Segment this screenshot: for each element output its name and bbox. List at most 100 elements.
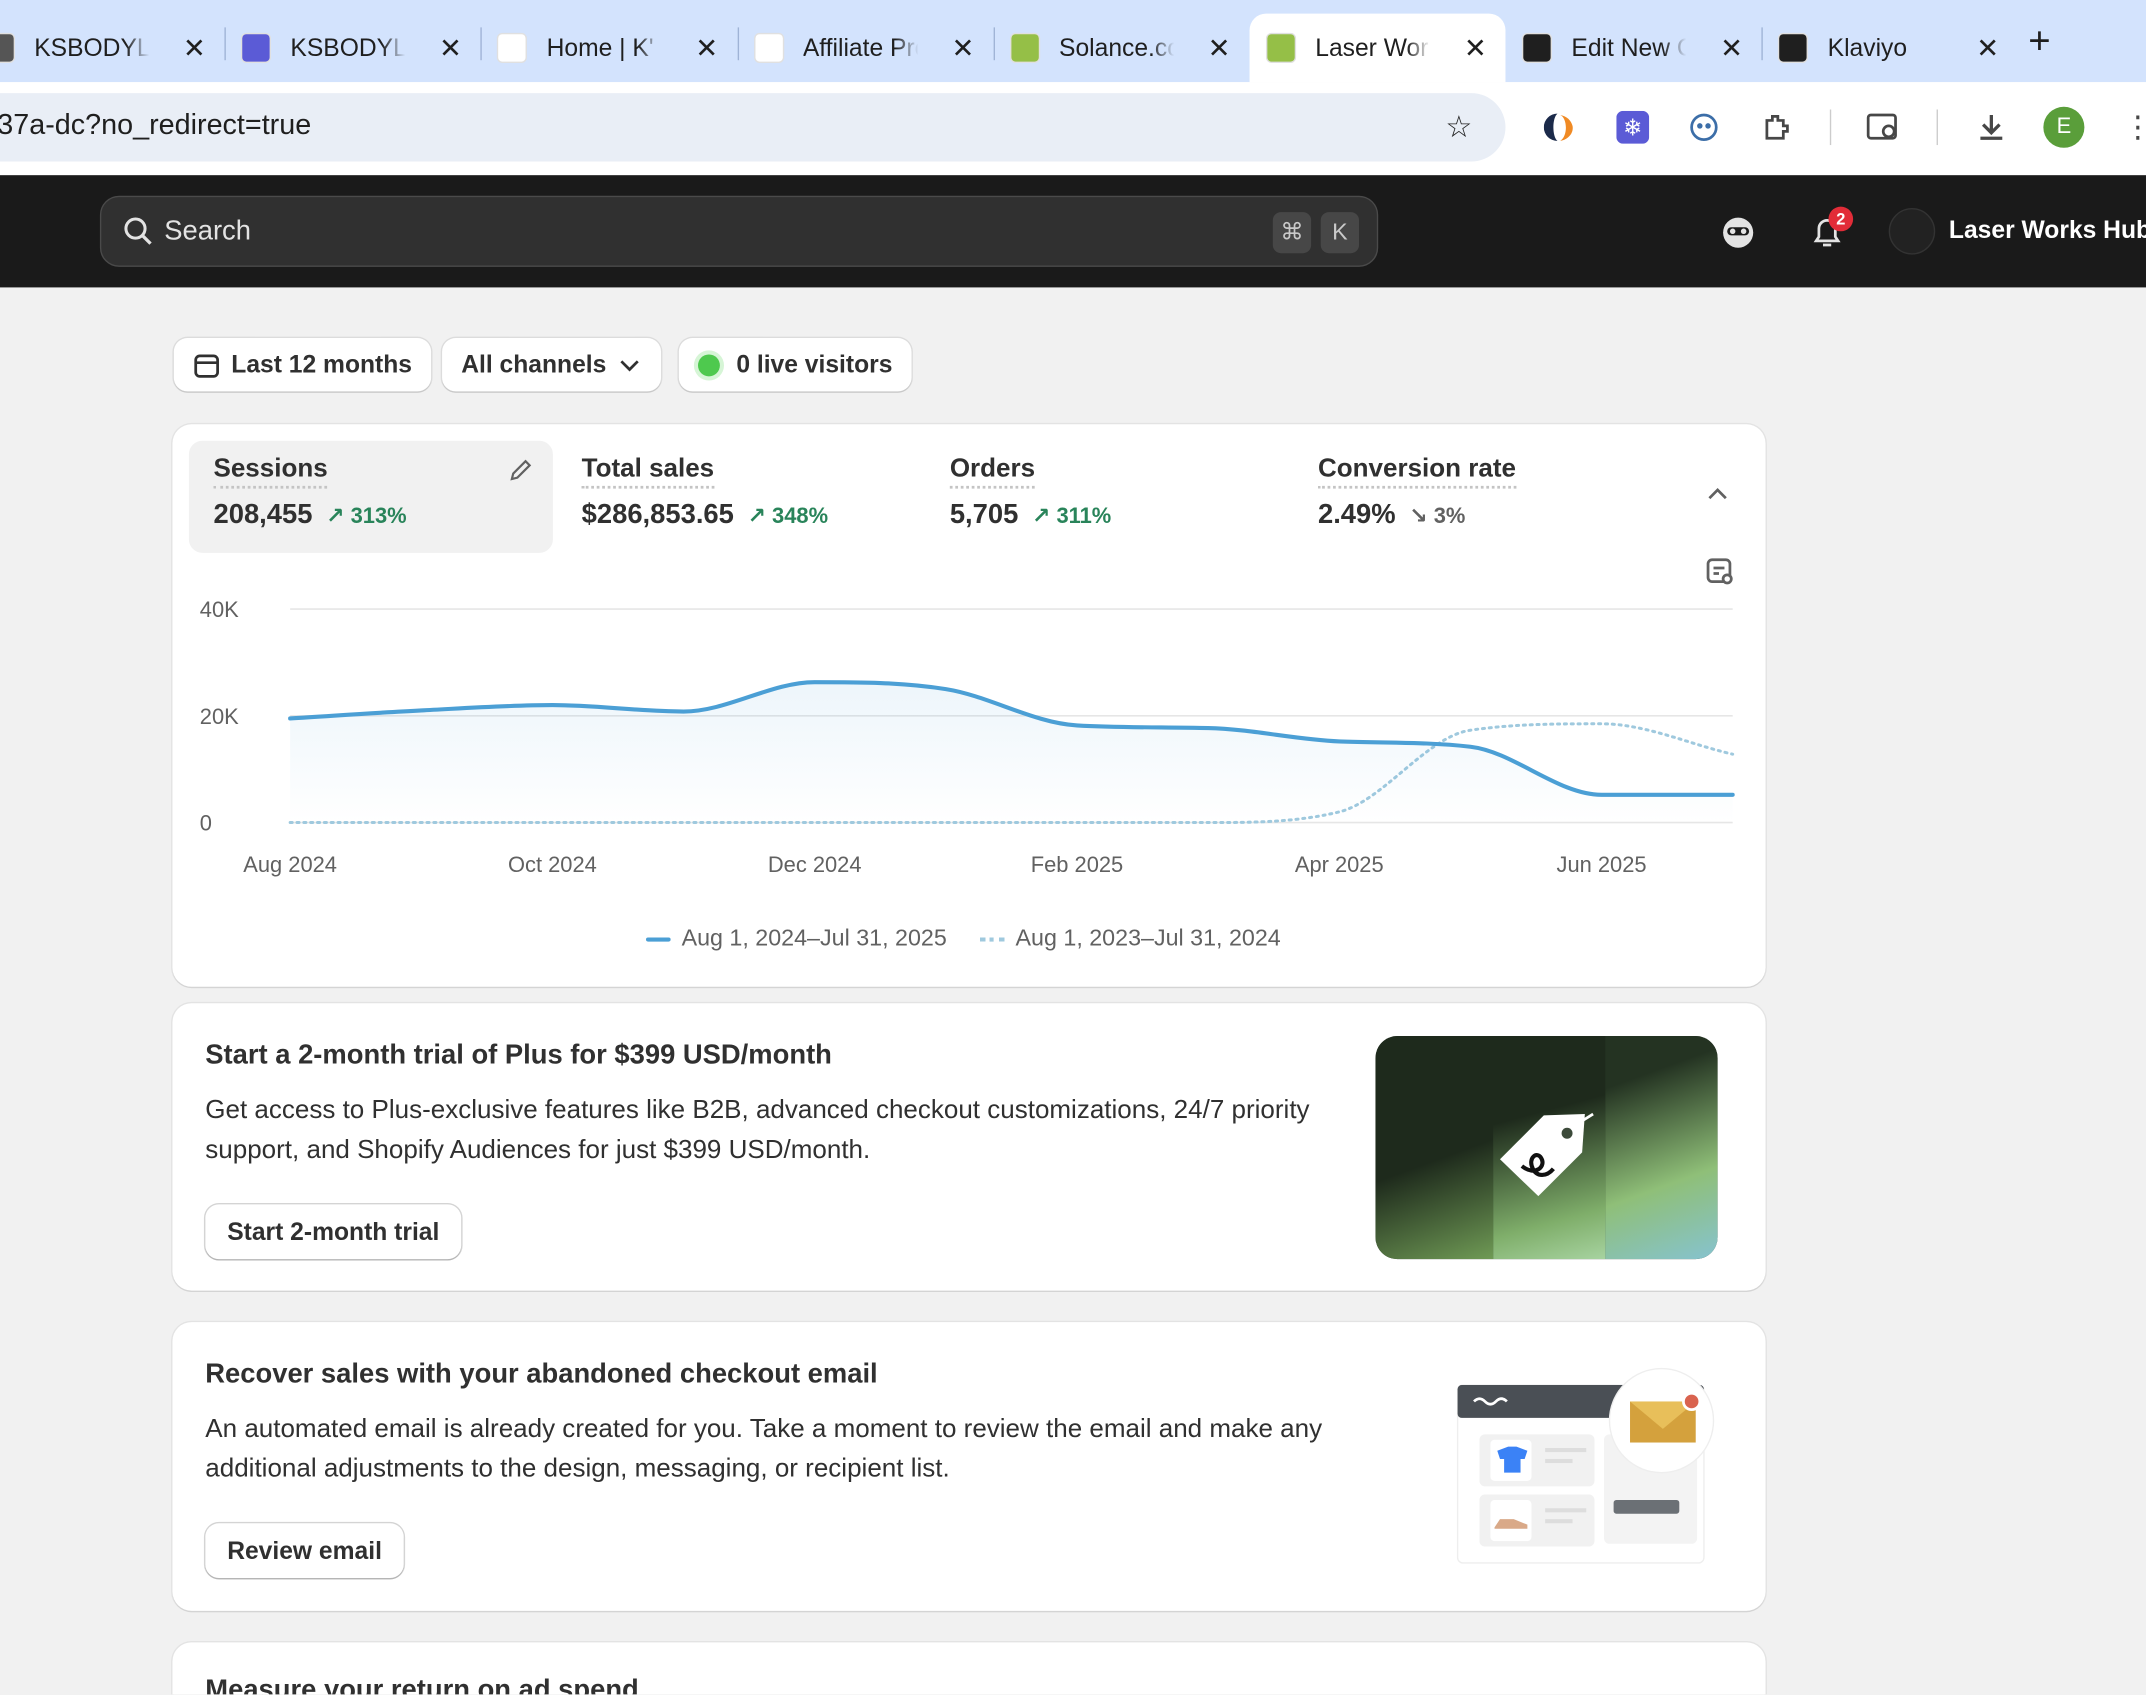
- address-bar[interactable]: 37a-dc?no_redirect=true ☆: [0, 93, 1506, 162]
- ad-spend-card: Measure your return on ad spend: [172, 1642, 1766, 1695]
- browser-tab[interactable]: Laser Works Hub ✕: [1249, 13, 1506, 83]
- review-email-button[interactable]: Review email: [205, 1523, 404, 1579]
- shortcut-key-k: K: [1320, 212, 1360, 254]
- tab-title: KSBODYLINE: [34, 33, 150, 61]
- tab-close-icon[interactable]: ✕: [1974, 31, 2001, 65]
- store-name[interactable]: Laser Works Hub: [1949, 216, 2146, 245]
- x-tick-label: Aug 2024: [243, 852, 337, 877]
- tab-close-icon[interactable]: ✕: [1205, 31, 1232, 65]
- tab-title: Laser Works Hub: [1315, 33, 1430, 61]
- browser-tab[interactable]: KSBODYLINE ✕: [225, 14, 481, 82]
- shortcut-key-cmd: ⌘: [1272, 212, 1312, 254]
- browser-tab[interactable]: Affiliate Program ✕: [737, 14, 993, 82]
- channels-label: All channels: [461, 350, 607, 378]
- browser-tab[interactable]: Home | K' ✕: [481, 14, 737, 82]
- sidekick-icon[interactable]: [1720, 215, 1756, 257]
- tab-title: Home | K': [546, 33, 654, 61]
- plus-illustration: [1375, 1036, 1718, 1260]
- tab-close-icon[interactable]: ✕: [1462, 31, 1489, 65]
- shopify-icon: [1265, 32, 1297, 63]
- browser-tab[interactable]: KSBODYLINE ✕: [0, 14, 224, 82]
- extensions-puzzle-icon[interactable]: [1757, 108, 1795, 146]
- browser-tab[interactable]: Edit New Campaign ✕: [1506, 14, 1762, 82]
- bookmark-star-icon[interactable]: ☆: [1440, 108, 1478, 146]
- search-icon: [123, 216, 153, 253]
- x-tick-label: Dec 2024: [768, 852, 862, 877]
- browser-tab[interactable]: Solance.com ✕: [993, 14, 1249, 82]
- browser-toolbar: 37a-dc?no_redirect=true ☆ ❄ E ⋮: [0, 82, 2146, 176]
- legend-label: Aug 1, 2024–Jul 31, 2025: [681, 925, 947, 952]
- tab-close-icon[interactable]: ✕: [181, 31, 208, 65]
- live-indicator-dot: [697, 353, 720, 376]
- globe-icon: [0, 32, 16, 63]
- extension-s-icon[interactable]: [1541, 108, 1579, 146]
- notification-count-badge: 2: [1828, 206, 1854, 232]
- y-tick-label: 20K: [200, 704, 239, 729]
- card-description: An automated email is already created fo…: [205, 1415, 1323, 1484]
- tab-title: Klaviyo: [1827, 33, 1908, 61]
- live-visitors-label: 0 live visitors: [736, 350, 893, 378]
- store-avatar[interactable]: [1888, 208, 1936, 255]
- legend-label: Aug 1, 2023–Jul 31, 2024: [1015, 925, 1281, 952]
- search-input[interactable]: Search ⌘ K: [99, 195, 1379, 267]
- page-icon: [497, 32, 528, 63]
- x-tick-label: Apr 2025: [1295, 852, 1384, 877]
- screen: KSBODYLINE✕KSBODYLINE✕Home | K'✕Affiliat…: [0, 0, 2146, 1695]
- legend-swatch-solid: [645, 936, 671, 941]
- legend-swatch-dotted: [979, 936, 1005, 941]
- sessions-chart: 0 20K 40K Aug 2024 Oct 2024 Dec 2024 Feb 2025 A…: [200, 597, 1735, 877]
- page-icon: [753, 32, 784, 63]
- card-title: Recover sales with your abandoned checko…: [205, 1359, 878, 1390]
- shopify-icon: [1009, 32, 1040, 63]
- plus-trial-card: Start a 2-month trial of Plus for $399 U…: [172, 1003, 1766, 1291]
- profile-avatar[interactable]: E: [2043, 106, 2085, 148]
- y-tick-label: 0: [200, 811, 212, 836]
- legend-item-current[interactable]: Aug 1, 2024–Jul 31, 2025: [645, 925, 947, 952]
- browser-tab-strip: KSBODYLINE✕KSBODYLINE✕Home | K'✕Affiliat…: [0, 0, 2146, 83]
- card-description: Get access to Plus-exclusive features li…: [205, 1096, 1310, 1165]
- browser-tab[interactable]: Klaviyo ✕: [1762, 14, 2018, 82]
- extension-snowflake-icon[interactable]: ❄: [1614, 108, 1652, 146]
- price-tag-icon: [1500, 1112, 1594, 1197]
- x-tick-label: Oct 2024: [508, 852, 597, 877]
- chevron-down-icon: [620, 359, 639, 371]
- x-tick-label: Jun 2025: [1557, 852, 1647, 877]
- y-tick-label: 40K: [200, 597, 239, 622]
- date-range-label: Last 12 months: [231, 350, 412, 378]
- tab-title: Solance.com: [1059, 33, 1174, 61]
- channels-dropdown[interactable]: All channels: [442, 338, 662, 392]
- date-range-button[interactable]: Last 12 months: [173, 338, 432, 392]
- tab-close-icon[interactable]: ✕: [949, 31, 976, 65]
- new-tab-button[interactable]: +: [2028, 19, 2050, 63]
- tab-title: KSBODYLINE: [290, 33, 406, 61]
- tab-title: Edit New Campaign: [1571, 33, 1686, 61]
- start-trial-button[interactable]: Start 2-month trial: [205, 1204, 462, 1260]
- admin-top-bar: Search ⌘ K 2 Laser Works Hub: [0, 175, 2146, 288]
- email-illustration: [1456, 1367, 1715, 1564]
- abandoned-checkout-card: Recover sales with your abandoned checko…: [172, 1322, 1766, 1611]
- live-visitors-button[interactable]: 0 live visitors: [678, 338, 912, 392]
- legend-item-previous[interactable]: Aug 1, 2023–Jul 31, 2024: [979, 925, 1281, 952]
- url-text[interactable]: 37a-dc?no_redirect=true: [0, 109, 311, 142]
- tab-close-icon[interactable]: ✕: [437, 31, 464, 65]
- klaviyo-icon: [1522, 32, 1553, 63]
- series-area: [290, 682, 1733, 823]
- toolbar-divider: [1936, 109, 1938, 146]
- browser-menu-icon[interactable]: ⋮: [2119, 108, 2146, 146]
- klaviyo-icon: [1778, 32, 1809, 63]
- tab-close-icon[interactable]: ✕: [693, 31, 720, 65]
- tab-search-icon[interactable]: [1864, 108, 1902, 146]
- tab-close-icon[interactable]: ✕: [1718, 31, 1745, 65]
- printer-icon: [241, 32, 272, 63]
- card-title: Start a 2-month trial of Plus for $399 U…: [205, 1040, 832, 1071]
- card-title: Measure your return on ad spend: [205, 1675, 639, 1695]
- calendar-icon: [194, 353, 219, 378]
- search-placeholder: Search: [164, 216, 251, 247]
- analytics-card: Sessions 208,455 ↗ 313% Total sales $286,853…: [172, 424, 1766, 987]
- toolbar-divider: [1829, 109, 1832, 146]
- tab-title: Affiliate Program: [802, 33, 918, 61]
- x-tick-label: Feb 2025: [1031, 852, 1123, 877]
- extension-owl-icon[interactable]: [1685, 108, 1723, 146]
- download-icon[interactable]: [1972, 108, 2010, 146]
- svg-text:❄: ❄: [1623, 114, 1642, 140]
